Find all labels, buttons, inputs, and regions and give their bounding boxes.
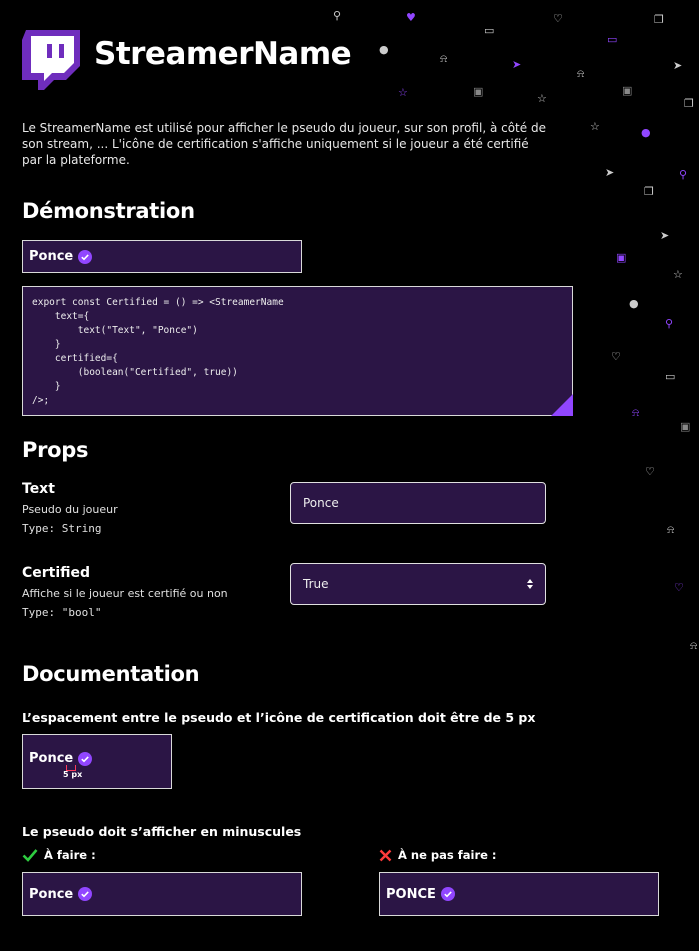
- spacing-example: Ponce: [22, 734, 172, 789]
- verified-badge-icon: [440, 887, 455, 901]
- certified-select-value: True: [303, 577, 329, 591]
- chat-icon: ▭: [484, 24, 495, 37]
- verified-gray-icon: ●: [629, 297, 639, 310]
- verified-purple-icon: ●: [641, 126, 651, 139]
- dropdown-caret-icon: [527, 579, 533, 589]
- dont-example: PONCE: [379, 872, 659, 916]
- prop-certified-type: Type: "bool": [22, 606, 102, 619]
- prop-certified-description: Affiche si le joueur est certifié ou non: [22, 587, 228, 600]
- streamer-name-text: Ponce: [29, 249, 74, 264]
- prop-certified-name: Certified: [22, 565, 91, 581]
- copy-icon: ❐: [654, 13, 664, 26]
- do-label-text: À faire :: [44, 848, 96, 862]
- star-icon: ☆: [537, 92, 547, 105]
- ticket-icon: ▣: [622, 84, 633, 97]
- intro-text: Le StreamerName est utilisé pour affiche…: [22, 121, 546, 167]
- copy-icon: ❐: [684, 97, 694, 110]
- dont-example-name: PONCE: [386, 886, 436, 902]
- arrow-icon: ➤: [660, 229, 670, 242]
- demo-heading: Démonstration: [22, 199, 195, 223]
- documentation-heading: Documentation: [22, 662, 200, 686]
- spacing-rule: L’espacement entre le pseudo et l’icône …: [22, 710, 536, 725]
- ticket-purple-icon: ▣: [616, 251, 627, 264]
- arrow-purple-icon: ➤: [512, 58, 522, 71]
- spacing-example-name: Ponce: [29, 751, 74, 766]
- text-input[interactable]: Ponce: [290, 482, 546, 524]
- bell-icon: ⍾: [577, 67, 585, 80]
- bell-icon: ⍾: [667, 523, 675, 536]
- heart-outline-icon: ♡: [553, 12, 563, 25]
- search-purple-icon: ⚲: [679, 168, 688, 181]
- star-purple-icon: ☆: [398, 86, 408, 99]
- case-rule: Le pseudo doit s’afficher en minuscules: [22, 824, 302, 839]
- copy-icon: ❐: [644, 185, 654, 198]
- twitch-logo-icon: [22, 30, 80, 90]
- dont-label-text: À ne pas faire :: [398, 848, 497, 862]
- heart-outline-icon: ♡: [645, 465, 655, 478]
- streamer-name-demo: Ponce: [22, 240, 302, 273]
- star-icon: ☆: [673, 268, 683, 281]
- arrow-icon: ➤: [605, 166, 615, 179]
- bell-icon: ⍾: [440, 52, 448, 65]
- heart-purple-icon: ♡: [674, 581, 684, 594]
- bell-purple-icon: ⍾: [632, 406, 640, 419]
- check-icon: [22, 849, 38, 862]
- search-icon: ⚲: [333, 9, 342, 22]
- arrow-icon: ➤: [673, 59, 683, 72]
- text-input-value: Ponce: [303, 496, 339, 510]
- cross-icon: [379, 849, 392, 861]
- ticket-icon: ▣: [680, 420, 691, 433]
- prop-text-type: Type: String: [22, 522, 102, 535]
- chat-purple-icon: ▭: [607, 33, 618, 46]
- verified-badge-icon: [78, 887, 93, 901]
- ticket-icon: ▣: [473, 85, 484, 98]
- dont-label: À ne pas faire :: [379, 848, 497, 862]
- code-corner-icon: [551, 394, 573, 416]
- heart-icon: ♥: [406, 11, 416, 24]
- prop-text-name: Text: [22, 481, 55, 497]
- certified-select[interactable]: True: [290, 563, 546, 605]
- do-example: Ponce: [22, 872, 302, 916]
- prop-text-description: Pseudo du joueur: [22, 503, 118, 516]
- chat-icon: ▭: [665, 370, 676, 383]
- star-icon: ☆: [590, 120, 600, 133]
- verified-gray-icon: ●: [379, 43, 389, 56]
- verified-badge-icon: [78, 751, 93, 766]
- verified-badge-icon: [78, 249, 93, 264]
- do-example-name: Ponce: [29, 886, 74, 902]
- do-label: À faire :: [22, 848, 96, 862]
- bell-icon: ⍾: [690, 639, 698, 652]
- heart-outline-icon: ♡: [611, 350, 621, 363]
- props-heading: Props: [22, 438, 89, 462]
- code-snippet[interactable]: export const Certified = () => <Streamer…: [22, 286, 573, 416]
- search-purple-icon: ⚲: [665, 317, 674, 330]
- page-title: StreamerName: [94, 36, 352, 72]
- spacing-label: 5 px: [63, 770, 83, 779]
